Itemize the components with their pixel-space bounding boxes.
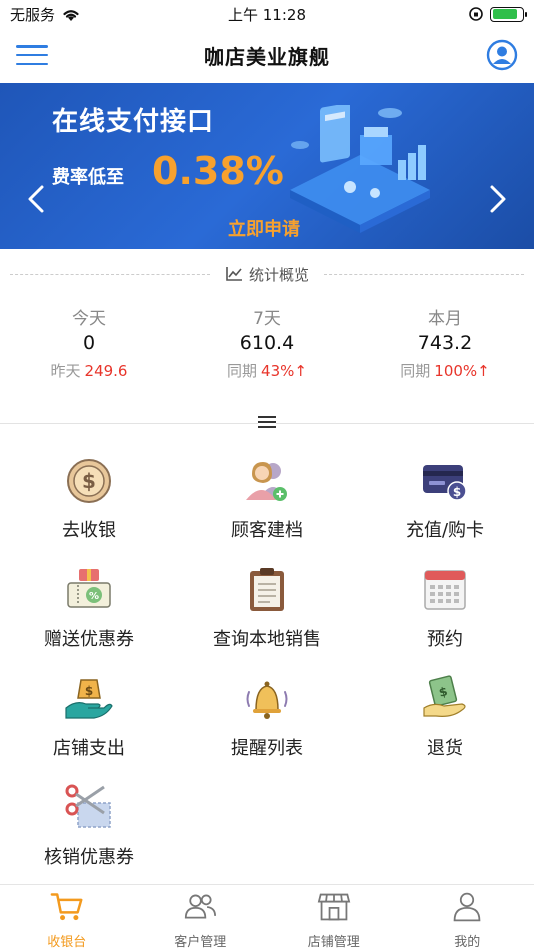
- status-bar: 无服务 上午 11:28: [0, 0, 534, 28]
- stat-compare-value: 43%↑: [261, 362, 307, 380]
- stat-label: 7天: [253, 309, 281, 329]
- stats-section-header: 统计概览: [0, 258, 534, 290]
- stat-compare-label: 同期: [400, 362, 431, 380]
- clipboard-icon: [250, 568, 284, 611]
- orientation-lock-icon: [469, 7, 483, 21]
- stats-header-label: 统计概览: [248, 265, 309, 284]
- bottom-tab-bar: 收银台 客户管理 店铺管理 我的: [0, 884, 534, 950]
- stat-value: 743.2: [417, 332, 473, 354]
- function-return[interactable]: $ 退货: [356, 670, 534, 779]
- banner-rate: 0.38%: [152, 149, 284, 193]
- stat-today[interactable]: 今天 0 昨天 249.6: [0, 304, 178, 394]
- function-label: 退货: [427, 738, 463, 759]
- svg-text:$: $: [85, 684, 93, 698]
- function-label: 去收银: [62, 520, 116, 541]
- stat-compare-label: 昨天: [50, 362, 81, 380]
- promo-banner[interactable]: 在线支付接口 费率低至 0.38% 立即申请: [0, 83, 534, 249]
- stats-overview: 今天 0 昨天 249.6 7天 610.4 同期 43%↑ 本月 743.2 同期…: [0, 304, 534, 394]
- banner-title: 在线支付接口: [52, 107, 215, 137]
- card-recharge-icon: $: [423, 465, 467, 501]
- stat-value: 0: [82, 332, 96, 354]
- stat-value: 610.4: [239, 332, 295, 354]
- function-grid: $ 去收银 顾客建档 $ 充值/购卡 % 赠送优惠券 查询本地销售 预约 $ 店…: [0, 452, 534, 888]
- banner-subtitle: 费率低至: [52, 167, 124, 188]
- function-label: 预约: [427, 629, 463, 650]
- function-store-expense[interactable]: $ 店铺支出: [0, 670, 178, 779]
- scissors-coupon-icon: [65, 784, 111, 828]
- function-reminders[interactable]: 提醒列表: [178, 670, 356, 779]
- function-label: 充值/购卡: [405, 520, 485, 541]
- nav-bar: 咖店美业旗舰: [0, 28, 534, 82]
- stat-label: 本月: [428, 309, 462, 329]
- function-label: 顾客建档: [231, 520, 303, 541]
- tab-mine[interactable]: 我的: [401, 885, 534, 950]
- function-recharge-card[interactable]: $ 充值/购卡: [356, 452, 534, 561]
- tab-label: 收银台: [47, 935, 87, 950]
- stat-month[interactable]: 本月 743.2 同期 100%↑: [356, 304, 534, 394]
- dollar-coin-icon: $: [67, 459, 111, 503]
- tab-label: 店铺管理: [307, 935, 360, 950]
- tab-customers[interactable]: 客户管理: [134, 885, 268, 950]
- customer-add-icon: [246, 462, 287, 501]
- cart-icon: [50, 893, 83, 921]
- function-customer-record[interactable]: 顾客建档: [178, 452, 356, 561]
- function-label: 提醒列表: [231, 738, 303, 759]
- function-appointment[interactable]: 预约: [356, 561, 534, 670]
- expand-menu-icon[interactable]: [258, 414, 276, 430]
- customers-icon: [185, 894, 217, 919]
- carrier-label: 无服务: [10, 5, 56, 24]
- function-label: 查询本地销售: [213, 629, 321, 650]
- svg-text:$: $: [453, 485, 461, 499]
- profile-icon: [453, 892, 481, 922]
- user-account-icon[interactable]: [486, 39, 518, 71]
- stat-label: 今天: [72, 309, 106, 329]
- tab-label: 我的: [454, 935, 481, 950]
- gift-coupon-icon: %: [67, 569, 111, 608]
- battery-icon: [490, 6, 527, 22]
- function-query-sales[interactable]: 查询本地销售: [178, 561, 356, 670]
- trend-chart-icon: [226, 267, 242, 281]
- store-icon: [317, 893, 350, 921]
- svg-text:%: %: [89, 591, 99, 602]
- banner-prev-arrow-icon[interactable]: [22, 179, 52, 219]
- function-checkout[interactable]: $ 去收银: [0, 452, 178, 561]
- money-return-icon: $: [423, 675, 466, 717]
- function-verify-coupon[interactable]: 核销优惠券: [0, 779, 178, 888]
- svg-text:$: $: [82, 469, 96, 493]
- page-title: 咖店美业旗舰: [204, 44, 330, 69]
- banner-next-arrow-icon[interactable]: [482, 179, 512, 219]
- tab-cashier[interactable]: 收银台: [0, 885, 134, 950]
- tab-label: 客户管理: [174, 935, 227, 950]
- function-label: 核销优惠券: [44, 847, 134, 868]
- tab-store[interactable]: 店铺管理: [267, 885, 401, 950]
- function-label: 赠送优惠券: [44, 629, 134, 650]
- isometric-store-illustration: [290, 105, 430, 233]
- stat-7days[interactable]: 7天 610.4 同期 43%↑: [178, 304, 356, 394]
- wifi-icon: [63, 9, 79, 21]
- stat-compare-value: 249.6: [84, 362, 128, 380]
- bell-icon: [246, 681, 288, 719]
- function-label: 店铺支出: [53, 738, 125, 759]
- function-gift-coupon[interactable]: % 赠送优惠券: [0, 561, 178, 670]
- menu-button[interactable]: [16, 42, 48, 68]
- hand-money-icon: $: [65, 679, 113, 719]
- calendar-icon: [424, 570, 466, 610]
- stat-compare-label: 同期: [227, 362, 258, 380]
- stat-compare-value: 100%↑: [434, 362, 490, 380]
